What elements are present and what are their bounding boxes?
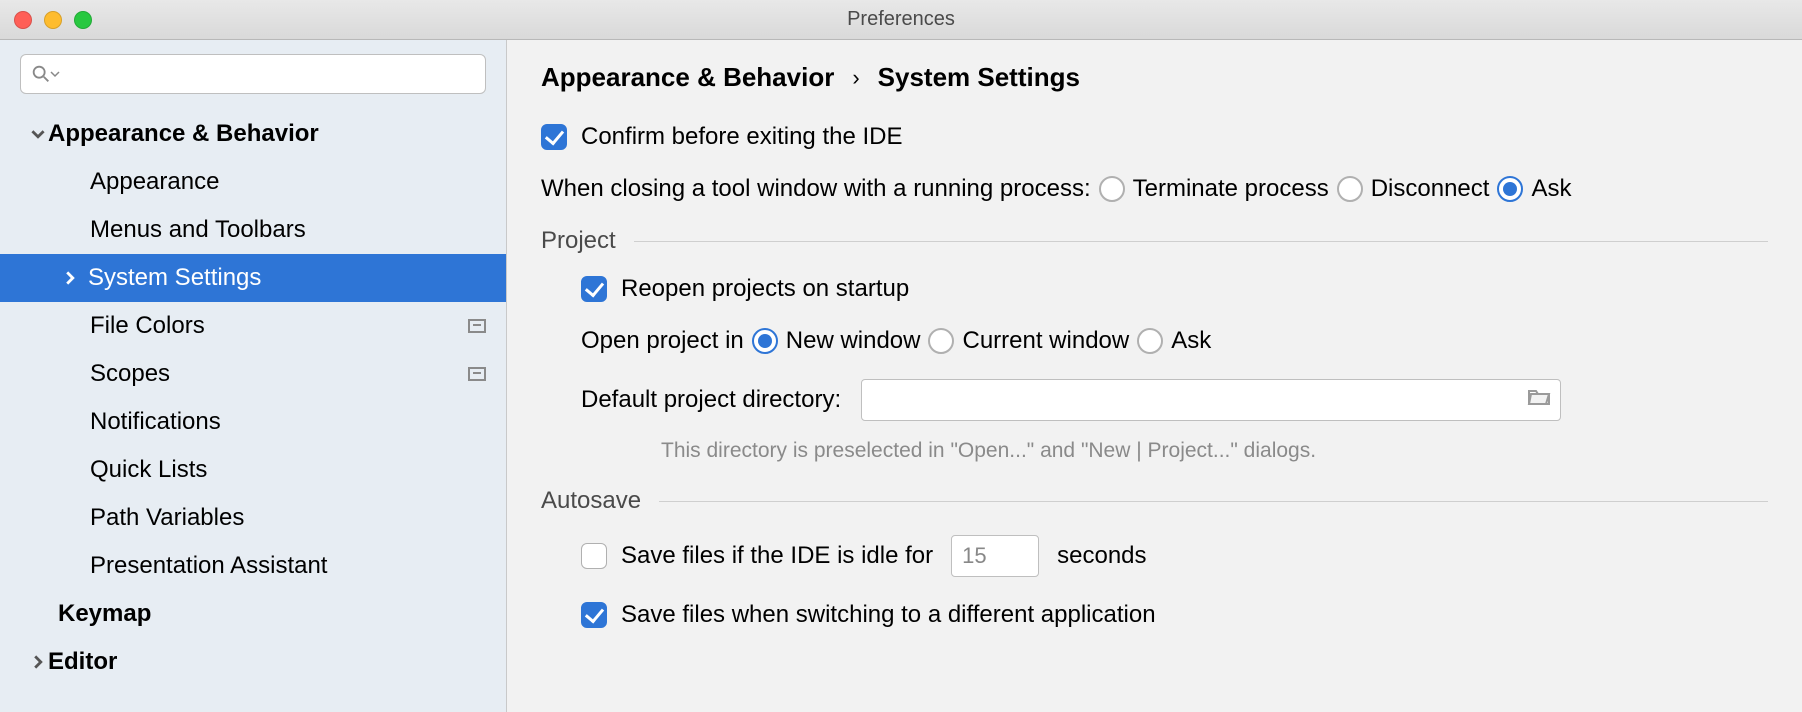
default-directory-input[interactable] [861,379,1561,421]
chevron-right-icon [28,655,48,669]
tree-item-appearance-behavior[interactable]: Appearance & Behavior [0,110,506,158]
tree-item-path-variables[interactable]: Path Variables [0,494,506,542]
folder-open-icon[interactable] [1527,386,1551,414]
tree-label: Keymap [58,600,151,628]
autosave-section-header: Autosave [541,487,1768,515]
minimize-window-button[interactable] [44,11,62,29]
content-panel: Appearance & Behavior › System Settings … [507,40,1802,712]
tree-label: Appearance & Behavior [48,120,319,148]
breadcrumb-separator: › [852,65,859,91]
closing-option-ask[interactable]: Ask [1497,175,1571,203]
tree-item-editor[interactable]: Editor [0,638,506,686]
tree-label: Scopes [90,360,170,388]
tree-item-appearance[interactable]: Appearance [0,158,506,206]
breadcrumb: Appearance & Behavior › System Settings [541,62,1768,93]
close-window-button[interactable] [14,11,32,29]
titlebar: Preferences [0,0,1802,40]
open-radio-new-window[interactable] [752,328,778,354]
save-idle-suffix: seconds [1057,542,1146,570]
tree-item-quick-lists[interactable]: Quick Lists [0,446,506,494]
save-idle-option[interactable]: Save files if the IDE is idle for [581,542,933,570]
project-section-header: Project [541,227,1768,255]
closing-option-disconnect[interactable]: Disconnect [1337,175,1490,203]
save-on-switch-label: Save files when switching to a different… [621,601,1156,629]
save-idle-checkbox[interactable] [581,543,607,569]
open-radio-ask[interactable] [1137,328,1163,354]
tree-item-system-settings[interactable]: System Settings [0,254,506,302]
default-directory-field-wrap [861,379,1561,421]
maximize-window-button[interactable] [74,11,92,29]
breadcrumb-current: System Settings [878,62,1080,93]
window-title: Preferences [847,8,955,31]
tree-label: File Colors [90,312,205,340]
tree-item-menus-toolbars[interactable]: Menus and Toolbars [0,206,506,254]
chevron-right-icon [60,271,80,285]
confirm-exit-label: Confirm before exiting the IDE [581,123,902,151]
tree-item-notifications[interactable]: Notifications [0,398,506,446]
chevron-down-icon [28,127,48,141]
tree-label: Editor [48,648,117,676]
tree-item-file-colors[interactable]: File Colors [0,302,506,350]
closing-tool-window-label: When closing a tool window with a runnin… [541,175,1091,203]
tree-label: System Settings [88,264,261,292]
open-option-new-window[interactable]: New window [752,327,921,355]
open-project-in-label: Open project in [581,327,744,355]
tree-item-presentation-assistant[interactable]: Presentation Assistant [0,542,506,590]
reopen-projects-checkbox[interactable] [581,276,607,302]
confirm-exit-checkbox[interactable] [541,124,567,150]
tree-label: Quick Lists [90,456,207,484]
open-radio-current-window[interactable] [928,328,954,354]
settings-tree: Appearance & Behavior Appearance Menus a… [0,104,506,712]
reopen-projects-option[interactable]: Reopen projects on startup [581,275,909,303]
closing-option-terminate[interactable]: Terminate process [1099,175,1329,203]
default-directory-label: Default project directory: [581,386,841,414]
tree-label: Notifications [90,408,221,436]
breadcrumb-parent[interactable]: Appearance & Behavior [541,62,834,93]
open-option-ask[interactable]: Ask [1137,327,1211,355]
search-icon [30,63,60,85]
closing-radio-ask[interactable] [1497,176,1523,202]
default-directory-hint: This directory is preselected in "Open..… [661,439,1768,463]
tree-label: Presentation Assistant [90,552,327,580]
tree-item-scopes[interactable]: Scopes [0,350,506,398]
save-idle-seconds-input[interactable] [951,535,1039,577]
closing-radio-terminate[interactable] [1099,176,1125,202]
sidebar: Appearance & Behavior Appearance Menus a… [0,40,507,712]
tree-item-keymap[interactable]: Keymap [0,590,506,638]
search-input[interactable] [20,54,486,94]
project-scope-icon [468,360,486,388]
open-option-current-window[interactable]: Current window [928,327,1129,355]
save-on-switch-checkbox[interactable] [581,602,607,628]
confirm-exit-option[interactable]: Confirm before exiting the IDE [541,123,902,151]
save-idle-prefix: Save files if the IDE is idle for [621,542,933,570]
reopen-projects-label: Reopen projects on startup [621,275,909,303]
tree-label: Appearance [90,168,219,196]
save-on-switch-option[interactable]: Save files when switching to a different… [581,601,1156,629]
project-scope-icon [468,312,486,340]
tree-label: Path Variables [90,504,244,532]
closing-radio-disconnect[interactable] [1337,176,1363,202]
tree-label: Menus and Toolbars [90,216,306,244]
